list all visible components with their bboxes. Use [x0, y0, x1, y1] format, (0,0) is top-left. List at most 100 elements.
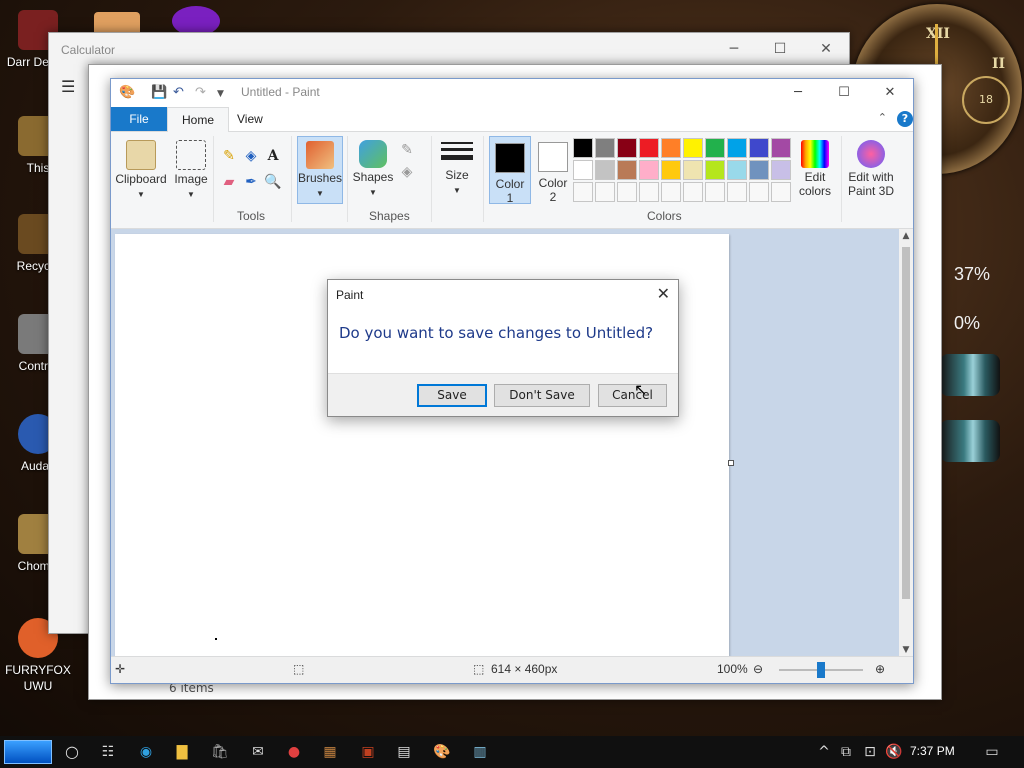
- fill-icon[interactable]: ◈: [241, 146, 261, 166]
- file-explorer-icon[interactable]: ▇: [172, 742, 192, 762]
- palette-swatch[interactable]: [749, 160, 769, 180]
- size-button[interactable]: Size ▼: [437, 136, 477, 202]
- selection-size-icon: ⬚: [293, 662, 305, 676]
- close-icon[interactable]: ✕: [867, 79, 913, 107]
- palette-swatch[interactable]: [573, 138, 593, 158]
- palette-swatch[interactable]: [771, 160, 791, 180]
- help-icon[interactable]: ?: [897, 111, 913, 127]
- shape-fill-icon[interactable]: ◈: [397, 162, 417, 182]
- custom-color-slot[interactable]: [573, 182, 593, 202]
- resize-handle[interactable]: [728, 460, 734, 466]
- task-view-icon[interactable]: ☷: [98, 742, 118, 762]
- custom-color-slot[interactable]: [639, 182, 659, 202]
- palette-swatch[interactable]: [705, 138, 725, 158]
- chrome-icon[interactable]: ●: [284, 742, 304, 762]
- edit-colors-button[interactable]: Edit colors: [793, 136, 837, 202]
- save-button[interactable]: Save: [417, 384, 487, 407]
- volume-muted-icon[interactable]: 🔇: [884, 742, 904, 762]
- paint-titlebar[interactable]: 🎨 💾 ↶ ↷ ▼ Untitled - Paint ─ ☐ ✕: [111, 79, 913, 107]
- maximize-icon[interactable]: ☐: [821, 79, 867, 107]
- minimize-icon[interactable]: ─: [711, 33, 757, 65]
- paint-icon[interactable]: 🎨: [432, 742, 452, 762]
- app-icon[interactable]: ▦: [320, 742, 340, 762]
- text-icon[interactable]: A: [263, 146, 283, 166]
- scroll-thumb[interactable]: [902, 247, 910, 599]
- eraser-icon[interactable]: ▰: [219, 172, 239, 192]
- palette-swatch[interactable]: [705, 160, 725, 180]
- maximize-icon[interactable]: ☐: [757, 33, 803, 65]
- close-icon[interactable]: ✕: [803, 33, 849, 65]
- palette-swatch[interactable]: [617, 160, 637, 180]
- shapes-button[interactable]: Shapes ▼: [351, 136, 395, 202]
- zoom-slider-thumb[interactable]: [817, 662, 825, 678]
- palette-swatch[interactable]: [683, 138, 703, 158]
- hamburger-menu-icon[interactable]: ☰: [61, 77, 75, 96]
- vertical-scrollbar[interactable]: ▲ ▼: [899, 229, 913, 657]
- custom-color-slot[interactable]: [771, 182, 791, 202]
- custom-color-slot[interactable]: [617, 182, 637, 202]
- chevron-up-icon[interactable]: ^: [814, 742, 834, 762]
- palette-swatch[interactable]: [683, 160, 703, 180]
- paint-title: Untitled - Paint: [241, 85, 320, 99]
- custom-color-slot[interactable]: [683, 182, 703, 202]
- start-button[interactable]: [4, 740, 52, 764]
- color-picker-icon[interactable]: ✒: [241, 172, 261, 192]
- palette-swatch[interactable]: [661, 138, 681, 158]
- brushes-button[interactable]: Brushes ▼: [297, 136, 343, 204]
- network-icon[interactable]: ⊡: [860, 742, 880, 762]
- magnifier-icon[interactable]: 🔍: [263, 172, 283, 192]
- palette-swatch[interactable]: [771, 138, 791, 158]
- dont-save-button[interactable]: Don't Save: [494, 384, 590, 407]
- edge-icon[interactable]: ◉: [136, 742, 156, 762]
- pencil-icon[interactable]: ✎: [219, 146, 239, 166]
- store-icon[interactable]: 🛍: [210, 742, 230, 762]
- zoom-in-icon[interactable]: ⊕: [875, 662, 885, 676]
- tab-home[interactable]: Home: [167, 107, 230, 132]
- save-icon[interactable]: 💾: [151, 85, 167, 100]
- edit-with-paint3d-button[interactable]: Edit with Paint 3D: [845, 136, 897, 202]
- zoom-out-icon[interactable]: ⊖: [753, 662, 763, 676]
- outline-icon[interactable]: ✎: [397, 140, 417, 160]
- minimize-icon[interactable]: ─: [775, 79, 821, 107]
- tab-file[interactable]: File: [111, 107, 167, 131]
- color1-button[interactable]: Color 1: [489, 136, 531, 205]
- palette-swatch[interactable]: [639, 138, 659, 158]
- palette-swatch[interactable]: [573, 160, 593, 180]
- collapse-ribbon-icon[interactable]: ⌃: [878, 111, 887, 124]
- cancel-button[interactable]: Cancel: [598, 384, 667, 407]
- custom-color-slot[interactable]: [705, 182, 725, 202]
- clipboard-button[interactable]: Clipboard ▼: [115, 136, 167, 222]
- palette-swatch[interactable]: [661, 160, 681, 180]
- redo-icon[interactable]: ↷: [195, 85, 206, 100]
- custom-color-slot[interactable]: [661, 182, 681, 202]
- notifications-icon[interactable]: ▭: [982, 742, 1002, 762]
- calculator-icon[interactable]: ▤: [394, 742, 414, 762]
- custom-color-slot[interactable]: [727, 182, 747, 202]
- palette-swatch[interactable]: [617, 138, 637, 158]
- palette-swatch[interactable]: [749, 138, 769, 158]
- close-icon[interactable]: ✕: [657, 284, 670, 303]
- palette-swatch[interactable]: [727, 160, 747, 180]
- scroll-up-icon[interactable]: ▲: [899, 231, 913, 241]
- palette-swatch[interactable]: [727, 138, 747, 158]
- scroll-down-icon[interactable]: ▼: [899, 645, 913, 655]
- save-changes-dialog[interactable]: Paint ✕ Do you want to save changes to U…: [327, 279, 679, 417]
- app-icon[interactable]: ▣: [358, 742, 378, 762]
- custom-color-slot[interactable]: [749, 182, 769, 202]
- customize-toolbar-icon[interactable]: ▼: [217, 89, 224, 99]
- undo-icon[interactable]: ↶: [173, 85, 184, 100]
- palette-swatch[interactable]: [595, 138, 615, 158]
- palette-swatch[interactable]: [595, 160, 615, 180]
- custom-color-slot[interactable]: [595, 182, 615, 202]
- ribbon: Clipboard ▼ Image ▼ ✎ ◈ A ▰ ✒ 🔍 Tools Brus…: [111, 132, 913, 229]
- meet-icon[interactable]: ⧉: [836, 742, 856, 762]
- color2-button[interactable]: Color 2: [533, 136, 573, 204]
- notepad-icon[interactable]: ▥: [470, 742, 490, 762]
- paint-app-icon[interactable]: 🎨: [119, 85, 135, 100]
- image-button[interactable]: Image ▼: [171, 136, 211, 222]
- search-icon[interactable]: ○: [62, 742, 82, 762]
- tab-view[interactable]: View: [223, 107, 277, 131]
- clock-time[interactable]: 7:37 PM: [910, 744, 955, 758]
- palette-swatch[interactable]: [639, 160, 659, 180]
- mail-icon[interactable]: ✉: [248, 742, 268, 762]
